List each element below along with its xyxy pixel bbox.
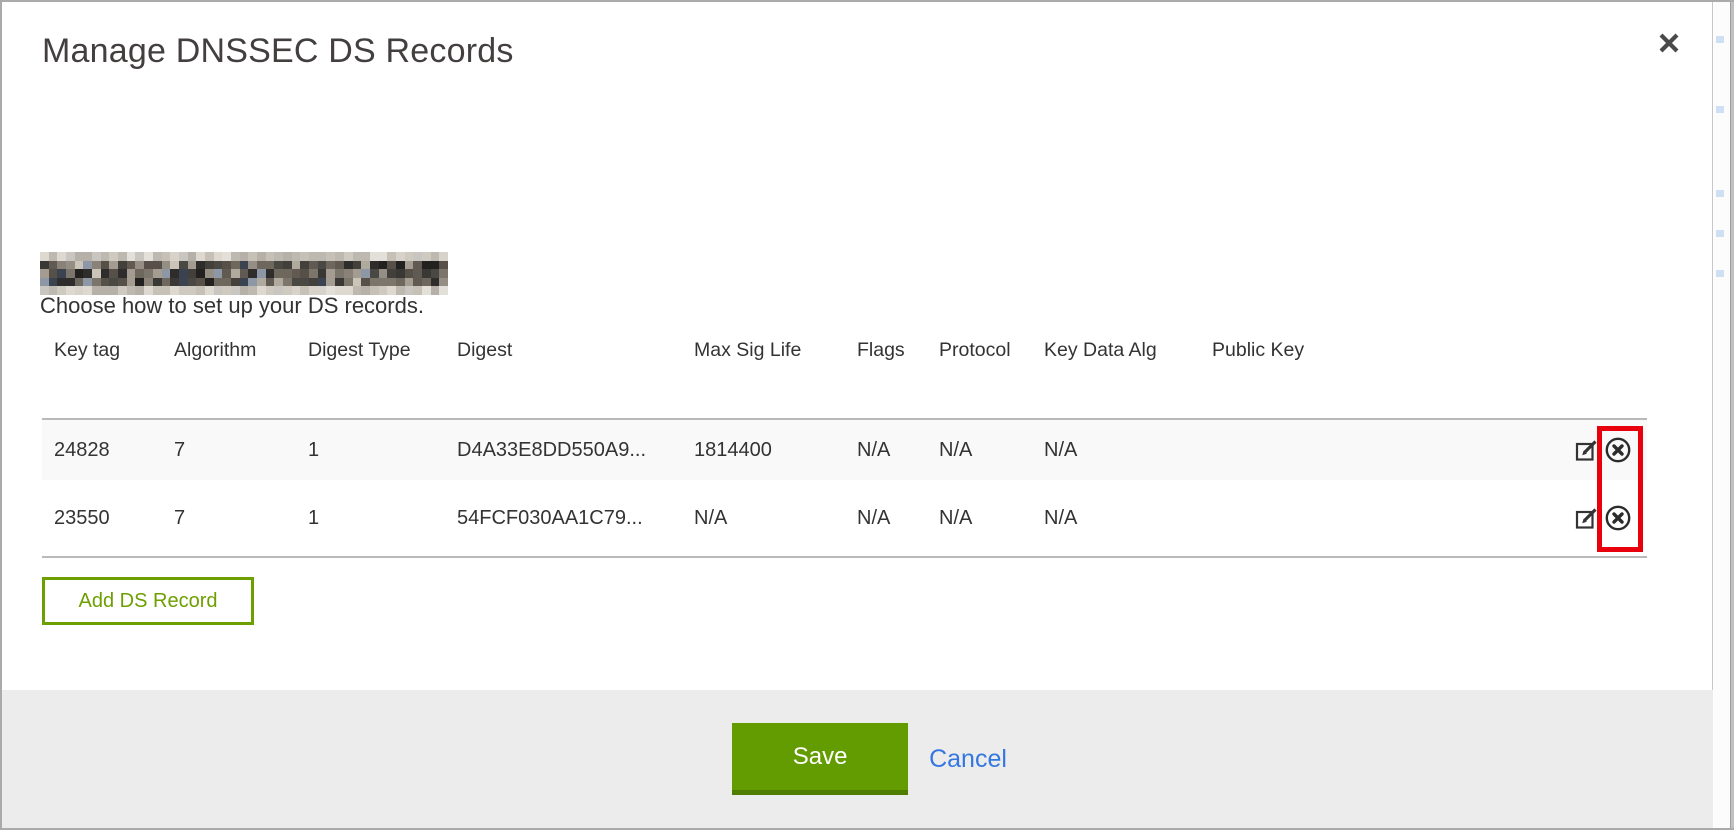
cell-digest-type: 1 <box>296 419 445 480</box>
cell-digest: D4A33E8DD550A9... <box>445 419 682 480</box>
background-page-edge <box>1714 2 1734 830</box>
cell-algorithm: 7 <box>162 419 296 480</box>
cell-key-data-alg: N/A <box>1032 480 1200 557</box>
row-actions <box>1530 419 1647 480</box>
column-header-digest-type: Digest Type <box>296 335 445 419</box>
cell-key-tag: 23550 <box>42 480 162 557</box>
screenshot-canvas: Manage DNSSEC DS Records Choose how to s… <box>0 0 1734 830</box>
ds-records-table: Key tag Algorithm Digest Type Digest Max… <box>42 335 1647 558</box>
cell-key-data-alg: N/A <box>1032 419 1200 480</box>
scrollbar[interactable] <box>1730 2 1734 830</box>
cancel-link[interactable]: Cancel <box>929 745 1007 774</box>
redacted-domain <box>40 252 448 295</box>
column-header-key-tag: Key tag <box>42 335 162 419</box>
cell-protocol: N/A <box>927 419 1032 480</box>
cell-flags: N/A <box>845 419 927 480</box>
table-row: 23550 7 1 54FCF030AA1C79... N/A N/A N/A … <box>42 480 1647 557</box>
delete-record-icon[interactable] <box>1604 504 1632 532</box>
cell-max-sig-life: 1814400 <box>682 419 845 480</box>
column-header-max-sig-life: Max Sig Life <box>682 335 845 419</box>
row-actions <box>1530 480 1647 557</box>
column-header-public-key: Public Key <box>1200 335 1530 419</box>
background-content-fragment <box>1716 190 1724 197</box>
column-header-algorithm: Algorithm <box>162 335 296 419</box>
table-row: 24828 7 1 D4A33E8DD550A9... 1814400 N/A … <box>42 419 1647 480</box>
cell-protocol: N/A <box>927 480 1032 557</box>
save-button[interactable]: Save <box>732 723 908 795</box>
cell-public-key <box>1200 419 1530 480</box>
modal-title: Manage DNSSEC DS Records <box>42 32 514 71</box>
column-header-key-data-alg: Key Data Alg <box>1032 335 1200 419</box>
background-content-fragment <box>1716 230 1724 237</box>
edit-record-icon[interactable] <box>1574 438 1599 463</box>
column-header-protocol: Protocol <box>927 335 1032 419</box>
cell-public-key <box>1200 480 1530 557</box>
background-content-fragment <box>1716 106 1724 113</box>
background-content-fragment <box>1716 270 1724 277</box>
background-content-fragment <box>1716 36 1724 43</box>
table-header-row: Key tag Algorithm Digest Type Digest Max… <box>42 335 1647 419</box>
column-header-flags: Flags <box>845 335 927 419</box>
dnssec-modal: Manage DNSSEC DS Records Choose how to s… <box>2 2 1713 828</box>
cell-algorithm: 7 <box>162 480 296 557</box>
modal-footer: Save Cancel <box>2 690 1713 828</box>
edit-record-icon[interactable] <box>1574 506 1599 531</box>
cell-digest-type: 1 <box>296 480 445 557</box>
cell-max-sig-life: N/A <box>682 480 845 557</box>
cell-digest: 54FCF030AA1C79... <box>445 480 682 557</box>
instruction-text: Choose how to set up your DS records. <box>40 293 424 319</box>
column-header-actions <box>1530 335 1647 419</box>
add-ds-record-button[interactable]: Add DS Record <box>42 577 254 625</box>
close-icon[interactable] <box>1654 28 1684 58</box>
cell-flags: N/A <box>845 480 927 557</box>
column-header-digest: Digest <box>445 335 682 419</box>
cell-key-tag: 24828 <box>42 419 162 480</box>
delete-record-icon[interactable] <box>1604 436 1632 464</box>
